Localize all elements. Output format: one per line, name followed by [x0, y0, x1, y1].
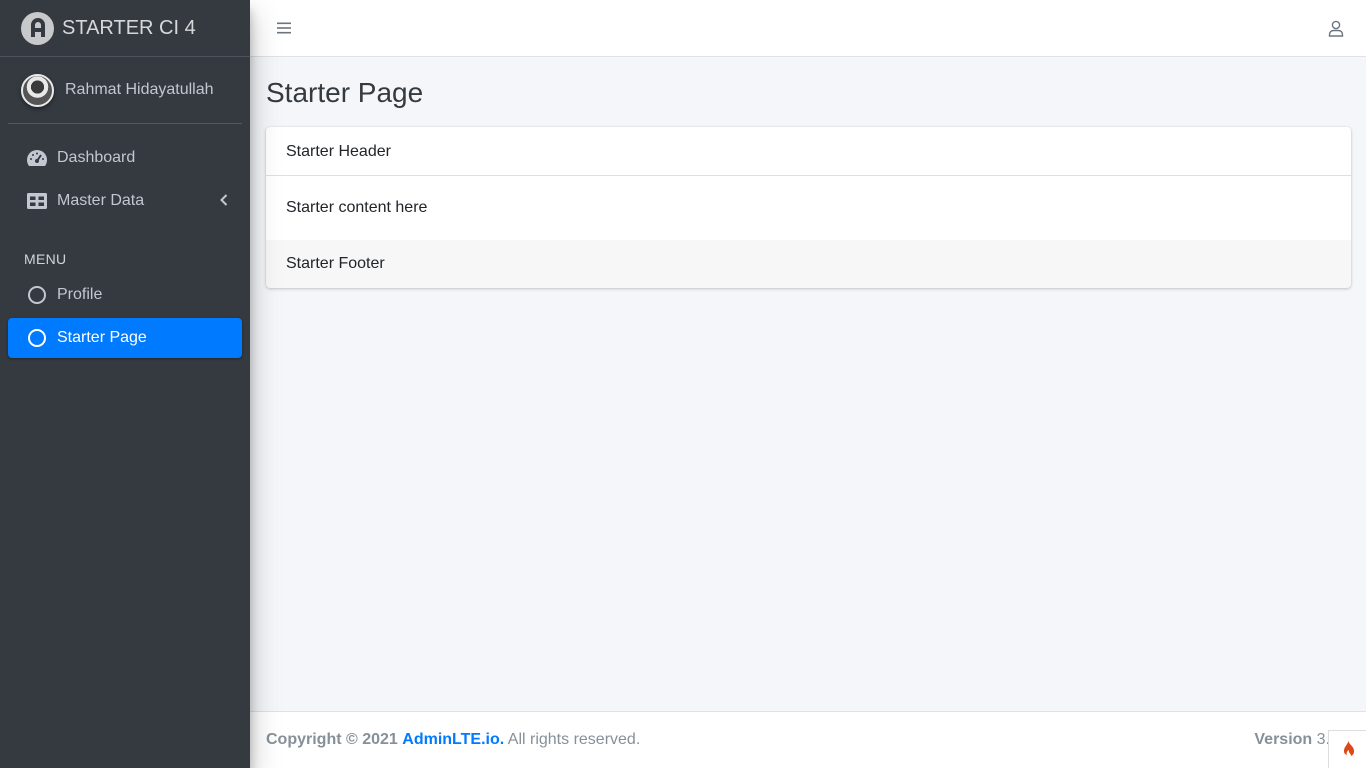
sidebar-item-profile[interactable]: Profile [8, 275, 242, 315]
sidebar-item-label: Profile [57, 286, 103, 303]
chevron-left-icon [220, 193, 228, 211]
main-footer: Copyright © 2021 AdminLTE.io. All rights… [250, 711, 1366, 768]
content-wrapper: Starter Page Starter Header Starter cont… [266, 57, 1351, 288]
footer-version: Version 3. [1254, 731, 1330, 749]
starter-card: Starter Header Starter content here Star… [266, 127, 1351, 288]
sidebar-item-starter-page[interactable]: Starter Page [8, 318, 242, 358]
sidebar-item-dashboard[interactable]: Dashboard [8, 138, 242, 178]
avatar [21, 73, 54, 107]
codeigniter-toolbar-icon[interactable] [1328, 730, 1366, 768]
brand-logo-icon [21, 11, 54, 45]
user-icon[interactable] [1328, 20, 1344, 37]
sidebar-item-master-data[interactable]: Master Data [8, 181, 242, 221]
copyright-text: Copyright © 2021 [266, 731, 398, 748]
user-panel[interactable]: Rahmat Hidayatullah [8, 57, 242, 124]
sidebar-item-label: Dashboard [57, 149, 136, 166]
circle-icon [26, 284, 48, 306]
card-header: Starter Header [266, 127, 1351, 176]
top-navbar [250, 0, 1366, 57]
sidebar-item-label: Master Data [57, 192, 145, 209]
circle-icon [26, 327, 48, 349]
table-icon [26, 190, 48, 212]
page-title: Starter Page [266, 77, 424, 108]
rights-text: All rights reserved. [507, 731, 641, 748]
sidebar-item-label: Starter Page [57, 329, 147, 346]
card-footer: Starter Footer [266, 240, 1351, 288]
adminlte-link[interactable]: AdminLTE.io. [402, 731, 504, 748]
main-sidebar: STARTER CI 4 Rahmat Hidayatullah Dashboa… [0, 0, 250, 768]
footer-copyright: Copyright © 2021 AdminLTE.io. All rights… [266, 731, 640, 749]
bars-icon[interactable] [276, 21, 292, 35]
tachometer-icon [26, 147, 48, 169]
brand-link[interactable]: STARTER CI 4 [0, 0, 250, 57]
user-name[interactable]: Rahmat Hidayatullah [65, 81, 214, 99]
sidebar-header-menu: MENU [24, 251, 67, 267]
card-body: Starter content here [286, 199, 428, 216]
brand-title: STARTER CI 4 [62, 16, 196, 39]
sidebar-nav: Dashboard Master Data MENU Profile Start… [0, 124, 250, 358]
version-label: Version [1254, 731, 1313, 748]
